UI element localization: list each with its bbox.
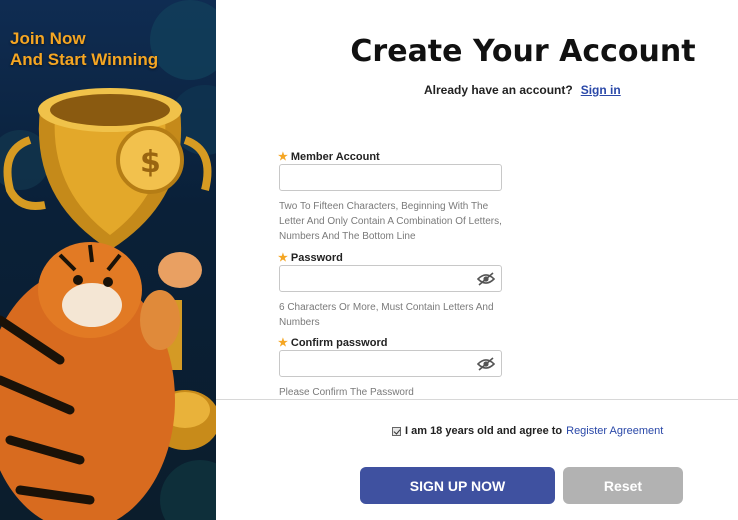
promo-headline: Join Now And Start Winning [10,28,158,70]
star-icon: ★ [278,337,288,349]
password-label: ★ Password [278,251,343,264]
divider [216,399,738,400]
signin-prompt: Already have an account? Sign in [424,83,621,97]
confirm-password-input[interactable] [279,350,502,377]
member-account-input[interactable] [279,164,502,191]
member-account-hint: Two To Fifteen Characters, Beginning Wit… [279,201,502,242]
promo-banner: $ Join Now And Start Winning [0,0,216,520]
register-agreement-link[interactable]: Register Agreement [566,425,663,437]
eye-off-icon[interactable] [476,356,496,377]
tiger-trophy-illustration: $ [0,0,216,520]
promo-headline-line1: Join Now [10,29,86,48]
member-account-label: ★ Member Account [278,150,380,163]
member-account-label-text: Member Account [290,151,380,163]
sign-in-link[interactable]: Sign in [581,83,621,97]
star-icon: ★ [278,252,288,264]
sign-up-button[interactable]: SIGN UP NOW [360,467,555,504]
confirm-password-label-text: Confirm password [290,337,388,349]
page-title: Create Your Account [350,34,696,69]
password-hint: 6 Characters Or More, Must Contain Lette… [279,302,494,328]
agreement-row: I am 18 years old and agree to Register … [392,425,663,437]
password-label-text: Password [290,252,343,264]
promo-headline-line2: And Start Winning [10,50,159,69]
star-icon: ★ [278,151,288,163]
agreement-text: I am 18 years old and agree to [405,425,563,437]
reset-button[interactable]: Reset [563,467,683,504]
eye-off-icon[interactable] [476,271,496,292]
agreement-checkbox[interactable] [392,426,401,436]
confirm-password-label: ★ Confirm password [278,336,387,349]
confirm-password-hint: Please Confirm The Password [279,387,414,398]
svg-text:$: $ [140,145,161,180]
password-input[interactable] [279,265,502,292]
already-account-text: Already have an account? [424,83,573,97]
